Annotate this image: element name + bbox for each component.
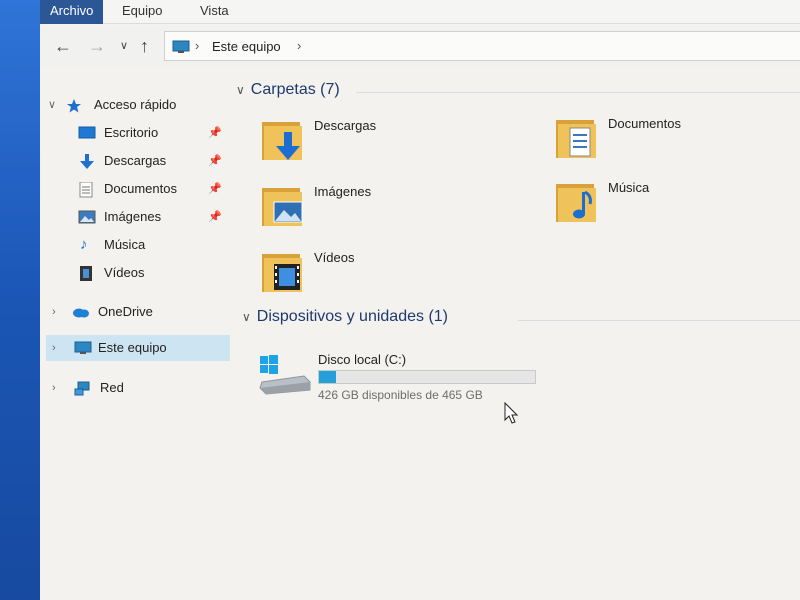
sidebar-item-imagenes[interactable]: Imágenes 📌 <box>78 204 228 230</box>
sidebar-label: OneDrive <box>98 304 153 319</box>
computer-icon <box>74 341 92 354</box>
collapsed-chevron-icon[interactable]: › <box>52 299 56 325</box>
tab-equipo[interactable]: Equipo <box>112 0 172 24</box>
sidebar-item-musica[interactable]: ♪ Música <box>78 232 228 258</box>
pin-icon[interactable]: 📌 <box>208 204 222 230</box>
folder-label: Descargas <box>314 118 377 133</box>
sidebar-item-onedrive[interactable]: › OneDrive <box>52 299 228 325</box>
documents-folder-icon <box>556 120 596 158</box>
drive-usage-fill <box>319 371 337 383</box>
group-title: Carpetas (7) <box>250 81 340 98</box>
forward-arrow-icon[interactable]: → <box>88 36 106 56</box>
sidebar-label: Imágenes <box>104 209 162 224</box>
pin-icon[interactable]: 📌 <box>208 148 222 174</box>
file-explorer-window: Archivo Equipo Vista ← → ∨ ↑ › Este equi… <box>40 0 800 600</box>
group-title: Dispositivos y unidades (1) <box>256 308 448 325</box>
sidebar-item-escritorio[interactable]: Escritorio 📌 <box>78 120 228 146</box>
tab-vista[interactable]: Vista <box>190 0 239 24</box>
music-note-icon: ♪ <box>80 236 88 253</box>
drive-usage-bar <box>318 370 536 384</box>
network-icon <box>74 381 90 396</box>
ribbon-tabs: Archivo Equipo Vista <box>40 0 800 24</box>
sidebar-label: Documentos <box>104 181 177 196</box>
breadcrumb-este-equipo[interactable]: Este equipo <box>212 39 281 54</box>
chevron-down-icon[interactable]: ∨ <box>120 36 128 56</box>
cloud-icon <box>73 308 89 318</box>
music-folder-icon <box>556 184 596 222</box>
drive-free-space: 426 GB disponibles de 465 GB <box>318 388 483 402</box>
folder-documentos[interactable]: Documentos <box>554 114 794 170</box>
picture-icon <box>78 210 96 224</box>
breadcrumb-separator-icon: › <box>195 38 200 53</box>
star-icon <box>67 99 81 113</box>
videos-folder-icon <box>262 254 302 292</box>
folder-label: Música <box>608 180 650 195</box>
tab-archivo[interactable]: Archivo <box>40 0 104 24</box>
pictures-folder-icon <box>262 188 303 226</box>
folder-descargas[interactable]: Descargas <box>260 116 500 172</box>
sidebar-label: Vídeos <box>104 265 145 280</box>
computer-icon <box>172 40 190 53</box>
folder-label: Vídeos <box>314 250 355 265</box>
navigation-bar: ← → ∨ ↑ › Este equipo › <box>40 26 800 66</box>
collapse-chevron-icon[interactable]: ∨ <box>242 310 251 324</box>
sidebar-label: Este equipo <box>98 340 167 355</box>
collapsed-chevron-icon[interactable]: › <box>52 335 56 361</box>
sidebar-item-acceso-rapido[interactable]: ∨ Acceso rápido <box>48 92 228 118</box>
collapsed-chevron-icon[interactable]: › <box>52 375 56 401</box>
navigation-pane: ∨ Acceso rápido Escritorio 📌 Descargas 📌 <box>40 80 230 600</box>
group-divider <box>518 320 800 321</box>
film-strip-icon <box>80 266 92 281</box>
sidebar-item-videos[interactable]: Vídeos <box>78 260 228 286</box>
content-pane: ∨ Carpetas (7) Descargas Documentos Imág… <box>230 68 800 600</box>
back-arrow-icon[interactable]: ← <box>54 36 72 56</box>
up-arrow-icon[interactable]: ↑ <box>140 36 149 56</box>
sidebar-label: Escritorio <box>104 125 159 140</box>
windows-drive-icon <box>259 355 311 395</box>
breadcrumb-chevron-icon[interactable]: › <box>297 38 301 53</box>
sidebar-item-este-equipo[interactable]: › Este equipo <box>46 335 230 361</box>
document-icon <box>79 182 93 198</box>
address-bar[interactable]: › Este equipo › <box>164 31 800 61</box>
folder-label: Documentos <box>608 116 681 131</box>
sidebar-label: Red <box>100 380 124 395</box>
devices-group-header[interactable]: ∨ Dispositivos y unidades (1) <box>242 308 448 326</box>
desktop-icon <box>78 126 96 139</box>
sidebar-item-red[interactable]: › Red <box>52 375 228 401</box>
folder-imagenes[interactable]: Imágenes <box>260 182 500 238</box>
sidebar-item-documentos[interactable]: Documentos 📌 <box>78 176 228 202</box>
folders-group-header[interactable]: ∨ Carpetas (7) <box>236 81 340 99</box>
drive-name: Disco local (C:) <box>318 352 407 367</box>
pin-icon[interactable]: 📌 <box>208 176 222 202</box>
desktop-background <box>0 0 42 600</box>
sidebar-label: Acceso rápido <box>94 97 177 112</box>
download-arrow-icon <box>80 154 94 169</box>
expanded-chevron-icon[interactable]: ∨ <box>48 92 56 118</box>
folder-musica[interactable]: Música <box>554 178 794 234</box>
downloads-folder-icon <box>262 122 302 160</box>
folder-label: Imágenes <box>314 184 372 199</box>
folder-videos[interactable]: Vídeos <box>260 248 500 304</box>
pin-icon[interactable]: 📌 <box>208 120 222 146</box>
sidebar-label: Descargas <box>104 153 167 168</box>
sidebar-item-descargas[interactable]: Descargas 📌 <box>78 148 228 174</box>
group-divider <box>356 92 800 93</box>
mouse-cursor-icon <box>504 402 519 424</box>
sidebar-label: Música <box>104 237 146 252</box>
collapse-chevron-icon[interactable]: ∨ <box>236 83 245 97</box>
